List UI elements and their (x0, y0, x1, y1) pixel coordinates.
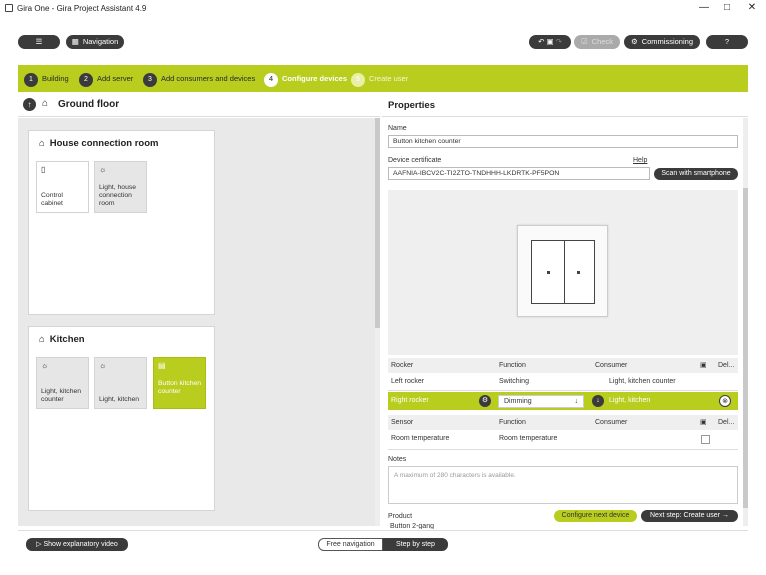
scan-smartphone-button[interactable]: Scan with smartphone (654, 168, 738, 180)
help-link[interactable]: Help (633, 157, 647, 164)
function-select[interactable]: Dimming ↓ (498, 395, 584, 408)
window-title: Gira One - Gira Project Assistant 4.9 (17, 4, 147, 13)
properties-header: Properties (382, 93, 748, 117)
house-icon: ⌂ (39, 138, 45, 149)
arrow-down-icon[interactable]: ↓ (592, 395, 604, 407)
rocker-table-header: Rocker Function Consumer ▣ Del... (388, 358, 738, 373)
name-label: Name (388, 125, 407, 132)
commissioning-button[interactable]: ⚙ Commissioning (624, 35, 700, 49)
certificate-label: Device certificate (388, 157, 442, 164)
undo-redo-group[interactable]: ↶ ▣ ↷ (529, 35, 571, 49)
play-icon: ▷ (36, 541, 42, 548)
properties-title: Properties (388, 100, 435, 111)
name-field[interactable]: Button kitchen counter (388, 135, 738, 148)
explanatory-video-button[interactable]: ▷ Show explanatory video (26, 538, 128, 551)
button-icon: ▤ (158, 361, 166, 370)
commissioning-icon: ⚙ (630, 37, 638, 46)
check-label: Check (591, 37, 613, 46)
rooms-scrollbar[interactable] (375, 118, 380, 526)
navigation-button[interactable]: ▦ Navigation (66, 35, 124, 49)
room-card: ⌂ House connection room ▯ Control cabinet… (28, 130, 215, 315)
scrollbar-thumb[interactable] (375, 118, 380, 328)
menu-button[interactable]: ☰ (18, 35, 60, 49)
room-title: ⌂ Kitchen (39, 334, 85, 345)
menu-icon: ☰ (35, 37, 43, 46)
step-building[interactable]: 1 Building (24, 72, 69, 87)
delete-icon[interactable]: ⊗ (719, 395, 731, 407)
device-tile-selected[interactable]: ▤ Button kitchen counter (153, 357, 206, 409)
device-tile[interactable]: ☼ Light, kitchen counter (36, 357, 89, 409)
save-icon: ▣ (546, 37, 554, 46)
rooms-panel: ⌂ House connection room ▯ Control cabinet… (18, 118, 380, 526)
device-tile[interactable]: ☼ Light, kitchen (94, 357, 147, 409)
light-icon: ☼ (99, 165, 107, 174)
arrow-down-icon: ↓ (574, 398, 579, 405)
up-arrow-icon[interactable]: ↑ (23, 98, 36, 111)
floor-header: ↑ ⌂ Ground floor (18, 93, 380, 117)
room-card: ⌂ Kitchen ☼ Light, kitchen counter ☼ Ligh… (28, 326, 215, 511)
step-add-server[interactable]: 2 Add server (79, 72, 133, 87)
properties-scrollbar[interactable] (743, 118, 748, 526)
assign-icon[interactable]: ▣ (700, 358, 707, 373)
delete-checkbox[interactable] (701, 435, 710, 444)
table-row[interactable]: Room temperature Room temperature (388, 431, 738, 446)
notes-textarea[interactable]: A maximum of 280 characters is available… (388, 466, 738, 504)
close-button[interactable]: ✕ (742, 1, 762, 15)
step-configure-devices[interactable]: 4 Configure devices (264, 72, 347, 87)
next-step-button[interactable]: Next step: Create user → (641, 510, 738, 522)
product-label: Product (388, 513, 413, 520)
grid-icon: ▦ (71, 37, 79, 46)
scrollbar-thumb[interactable] (743, 188, 748, 508)
room-title: ⌂ House connection room (39, 138, 159, 149)
cabinet-icon: ▯ (41, 165, 46, 174)
settings-icon[interactable]: ⚙ (479, 395, 491, 407)
app-icon (5, 4, 13, 12)
navigation-label: Navigation (82, 37, 119, 46)
device-tile[interactable]: ☼ Light, house connection room (94, 161, 147, 213)
device-image (517, 225, 608, 317)
step-by-step-toggle[interactable]: Step by step (383, 538, 448, 551)
floor-title: Ground floor (58, 99, 120, 110)
undo-icon: ↶ (538, 37, 545, 46)
step-add-consumers[interactable]: 3 Add consumers and devices (143, 72, 255, 87)
help-button[interactable]: ? (706, 35, 748, 49)
sensor-table-header: Sensor Function Consumer ▣ Del... (388, 415, 738, 430)
commissioning-label: Commissioning (641, 37, 693, 46)
configure-next-button[interactable]: Configure next device (554, 510, 637, 522)
product-value: Button 2-gang (390, 523, 434, 529)
minimize-button[interactable]: — (694, 1, 714, 15)
assign-icon[interactable]: ▣ (700, 415, 707, 430)
step-bar: 1 Building 2 Add server 3 Add consumers and… (18, 65, 748, 92)
device-tile[interactable]: ▯ Control cabinet (36, 161, 89, 213)
maximize-button[interactable]: □ (717, 1, 737, 15)
table-row[interactable]: Left rocker Switching Light, kitchen cou… (388, 374, 738, 389)
light-icon: ☼ (41, 361, 49, 370)
light-icon: ☼ (99, 361, 107, 370)
notes-label: Notes (388, 456, 407, 463)
redo-icon: ↷ (555, 37, 562, 46)
app-header: ☰ ▦ Navigation ↶ ▣ ↷ ☑ Check ⚙ Commissionin… (0, 17, 766, 65)
check-icon: ☑ (581, 37, 588, 46)
title-bar: Gira One - Gira Project Assistant 4.9 — … (0, 0, 766, 17)
free-navigation-toggle[interactable]: Free navigation (318, 538, 383, 551)
step-create-user[interactable]: 5 Create user (351, 72, 408, 87)
check-button[interactable]: ☑ Check (574, 35, 620, 49)
app-window: Gira One - Gira Project Assistant 4.9 — … (0, 0, 766, 575)
kitchen-icon: ⌂ (39, 334, 45, 345)
home-icon: ⌂ (42, 98, 49, 109)
certificate-field[interactable]: AAFNIA-IBCV2C-TI2ZTO-TNDHHH-LKDRTK-PF5PO… (388, 167, 650, 180)
